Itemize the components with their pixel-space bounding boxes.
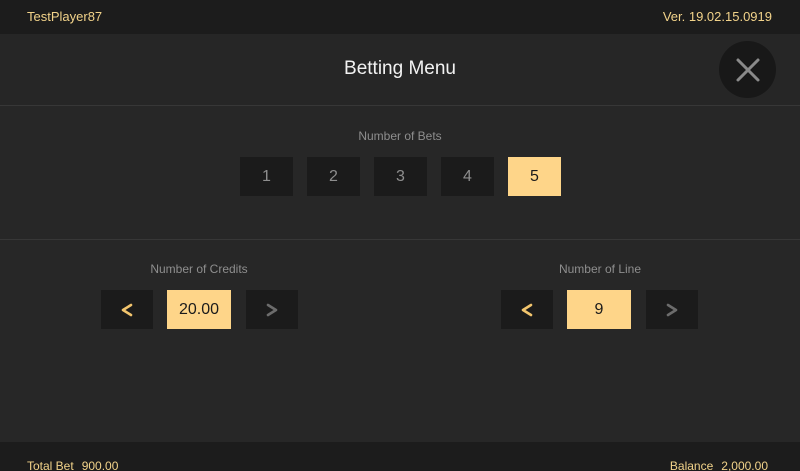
balance: Balance 2,000.00	[670, 459, 768, 471]
lines-increase-button[interactable]	[646, 290, 698, 329]
bets-label: Number of Bets	[358, 129, 442, 143]
betting-menu-panel: Betting Menu Number of Bets 1 2 3 4 5 Nu…	[0, 34, 800, 442]
bets-selector: 1 2 3 4 5	[240, 157, 561, 196]
lines-decrease-button[interactable]	[501, 290, 553, 329]
total-bet: Total Bet 900.00	[27, 459, 118, 471]
total-bet-label: Total Bet	[27, 459, 74, 471]
bet-option-5[interactable]: 5	[508, 157, 561, 196]
section-divider	[0, 239, 800, 240]
lines-label: Number of Line	[558, 262, 642, 276]
bet-option-2[interactable]: 2	[307, 157, 360, 196]
close-icon	[736, 58, 759, 81]
balance-label: Balance	[669, 459, 714, 471]
menu-title: Betting Menu	[344, 58, 456, 79]
chevron-right-icon	[666, 303, 678, 316]
credits-decrease-button[interactable]	[101, 290, 153, 329]
close-button[interactable]	[719, 41, 776, 98]
bet-option-4[interactable]: 4	[441, 157, 494, 196]
credits-increase-button[interactable]	[246, 290, 298, 329]
total-bet-value: 900.00	[81, 459, 119, 471]
chevron-left-icon	[521, 303, 533, 316]
player-name: TestPlayer87	[27, 9, 103, 24]
bet-option-1[interactable]: 1	[240, 157, 293, 196]
chevron-right-icon	[266, 303, 278, 316]
chevron-left-icon	[121, 303, 133, 316]
balance-value: 2,000.00	[721, 459, 768, 471]
version-label: Ver. 19.02.15.0919	[662, 9, 772, 24]
menu-header: Betting Menu	[0, 34, 800, 106]
credits-value: 20.00	[167, 290, 231, 329]
bottom-bar: Total Bet 900.00 Balance 2,000.00	[0, 442, 800, 471]
bet-option-3[interactable]: 3	[374, 157, 427, 196]
credits-label: Number of Credits	[150, 262, 248, 276]
top-bar: TestPlayer87 Ver. 19.02.15.0919	[0, 0, 800, 34]
lines-value: 9	[567, 290, 631, 329]
